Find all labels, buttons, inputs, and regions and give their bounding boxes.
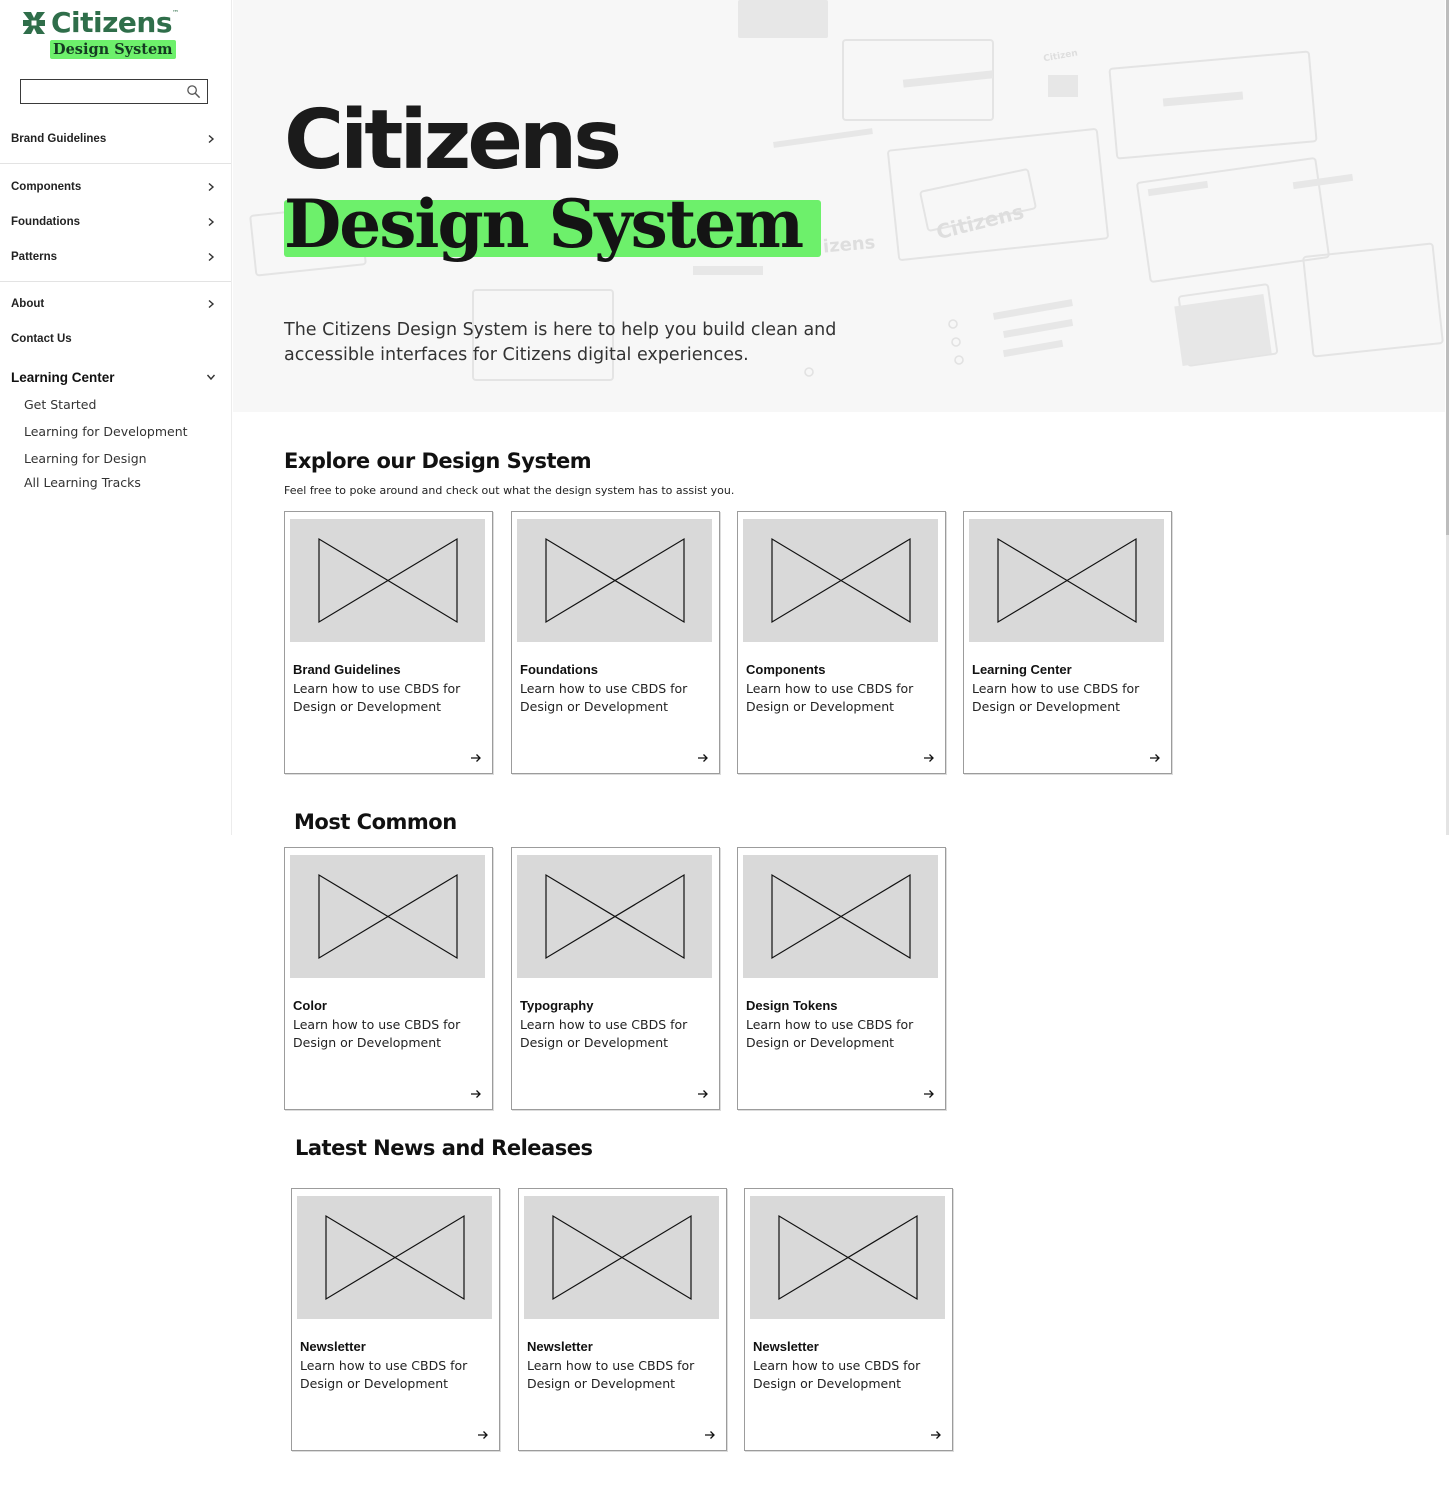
arrow-right-icon: [478, 1431, 488, 1439]
card-title: Newsletter: [527, 1339, 593, 1354]
card-title: Brand Guidelines: [293, 662, 401, 677]
card-title: Design Tokens: [746, 998, 838, 1013]
image-placeholder: [290, 519, 485, 642]
arrow-right-icon: [924, 754, 934, 762]
card-newsletter[interactable]: Newsletter Learn how to use CBDS for Des…: [744, 1188, 953, 1451]
arrow-right-icon: [705, 1431, 715, 1439]
image-placeholder: [517, 519, 712, 642]
image-placeholder: [750, 1196, 945, 1319]
arrow-right-icon: [471, 1090, 481, 1098]
sidebar-item-label: About: [11, 298, 45, 310]
chevron-right-icon: [208, 134, 215, 144]
citizens-design-system-logo[interactable]: Citizens ™ Design System: [20, 8, 210, 64]
hero-banner: Citizens izens Citizen Citizens Design S…: [233, 0, 1445, 412]
svg-text:izens: izens: [822, 232, 876, 257]
card-title: Color: [293, 998, 327, 1013]
card-newsletter[interactable]: Newsletter Learn how to use CBDS for Des…: [291, 1188, 500, 1451]
sidebar-item-label: Foundations: [11, 216, 80, 228]
logo-brand: Citizens ™: [20, 8, 179, 38]
sidebar-item-components[interactable]: Components: [11, 178, 216, 196]
arrow-right-icon: [698, 1090, 708, 1098]
sidebar-item-patterns[interactable]: Patterns: [11, 248, 216, 266]
chevron-right-icon: [208, 252, 215, 262]
sidebar-divider: [0, 163, 231, 164]
card-description: Learn how to use CBDS for Design or Deve…: [746, 681, 914, 714]
logo-brand-text: Citizens: [51, 6, 173, 39]
sidebar-subitem-learning-for-design[interactable]: Learning for Design: [24, 451, 147, 466]
card-title: Foundations: [520, 662, 598, 677]
sidebar-item-label: Contact Us: [11, 333, 72, 345]
latest-news-section-title: Latest News and Releases: [295, 1136, 593, 1160]
card-title: Learning Center: [972, 662, 1072, 677]
sidebar-item-foundations[interactable]: Foundations: [11, 213, 216, 231]
sidebar-item-learning-center[interactable]: Learning Center: [11, 368, 216, 386]
card-description: Learn how to use CBDS for Design or Deve…: [753, 1358, 921, 1391]
card-foundations[interactable]: Foundations Learn how to use CBDS for De…: [511, 511, 720, 774]
sidebar-divider: [0, 281, 231, 282]
sidebar-item-label: Brand Guidelines: [11, 133, 107, 145]
card-design-tokens[interactable]: Design Tokens Learn how to use CBDS for …: [737, 847, 946, 1110]
card-description: Learn how to use CBDS for Design or Deve…: [293, 1017, 461, 1050]
image-placeholder: [969, 519, 1164, 642]
card-title: Newsletter: [300, 1339, 366, 1354]
image-placeholder: [290, 855, 485, 978]
card-description: Learn how to use CBDS for Design or Deve…: [972, 681, 1140, 714]
sidebar-item-contact-us[interactable]: Contact Us: [11, 330, 216, 348]
card-color[interactable]: Color Learn how to use CBDS for Design o…: [284, 847, 493, 1110]
image-placeholder: [743, 855, 938, 978]
card-title: Typography: [520, 998, 594, 1013]
hero-description: The Citizens Design System is here to he…: [284, 320, 837, 365]
logo-trademark: ™: [172, 9, 180, 17]
sidebar-item-label: Components: [11, 181, 82, 193]
chevron-down-icon: [206, 374, 216, 381]
citizens-logo-icon: [23, 12, 45, 34]
svg-text:Citizen: Citizen: [1043, 48, 1079, 64]
sidebar-subitem-get-started[interactable]: Get Started: [24, 397, 96, 412]
card-components[interactable]: Components Learn how to use CBDS for Des…: [737, 511, 946, 774]
card-description: Learn how to use CBDS for Design or Deve…: [520, 1017, 688, 1050]
arrow-right-icon: [1150, 754, 1160, 762]
sidebar: Citizens ™ Design System Brand Guideline…: [0, 0, 232, 835]
card-title: Newsletter: [753, 1339, 819, 1354]
chevron-right-icon: [208, 182, 215, 192]
logo-tagline: Design System: [50, 40, 176, 59]
hero-title-line1: Citizens: [284, 93, 622, 188]
image-placeholder: [524, 1196, 719, 1319]
arrow-right-icon: [931, 1431, 941, 1439]
sidebar-subitem-learning-for-development[interactable]: Learning for Development: [24, 424, 188, 439]
search-icon[interactable]: [186, 84, 201, 99]
svg-text:Citizens: Citizens: [934, 199, 1026, 244]
chevron-right-icon: [208, 299, 215, 309]
card-description: Learn how to use CBDS for Design or Deve…: [746, 1017, 914, 1050]
arrow-right-icon: [924, 1090, 934, 1098]
arrow-right-icon: [471, 754, 481, 762]
image-placeholder: [743, 519, 938, 642]
sidebar-item-about[interactable]: About: [11, 295, 216, 313]
sidebar-item-label: Learning Center: [11, 369, 115, 385]
card-typography[interactable]: Typography Learn how to use CBDS for Des…: [511, 847, 720, 1110]
card-description: Learn how to use CBDS for Design or Deve…: [300, 1358, 468, 1391]
sidebar-subitem-all-learning-tracks[interactable]: All Learning Tracks: [24, 475, 141, 490]
card-newsletter[interactable]: Newsletter Learn how to use CBDS for Des…: [518, 1188, 727, 1451]
image-placeholder: [517, 855, 712, 978]
hero-title-line2: Design System: [284, 185, 804, 263]
search-input[interactable]: [21, 80, 181, 103]
card-description: Learn how to use CBDS for Design or Deve…: [520, 681, 688, 714]
card-description: Learn how to use CBDS for Design or Deve…: [293, 681, 461, 714]
most-common-section-title: Most Common: [294, 810, 457, 834]
search-box: [20, 79, 208, 104]
explore-section-title: Explore our Design System: [284, 449, 592, 473]
explore-section-subtitle: Feel free to poke around and check out w…: [284, 484, 735, 497]
chevron-right-icon: [208, 217, 215, 227]
sidebar-item-label: Patterns: [11, 251, 58, 263]
card-description: Learn how to use CBDS for Design or Deve…: [527, 1358, 695, 1391]
card-learning-center[interactable]: Learning Center Learn how to use CBDS fo…: [963, 511, 1172, 774]
card-brand-guidelines[interactable]: Brand Guidelines Learn how to use CBDS f…: [284, 511, 493, 774]
image-placeholder: [297, 1196, 492, 1319]
arrow-right-icon: [698, 754, 708, 762]
sidebar-item-brand-guidelines[interactable]: Brand Guidelines: [11, 130, 216, 148]
card-title: Components: [746, 662, 826, 677]
